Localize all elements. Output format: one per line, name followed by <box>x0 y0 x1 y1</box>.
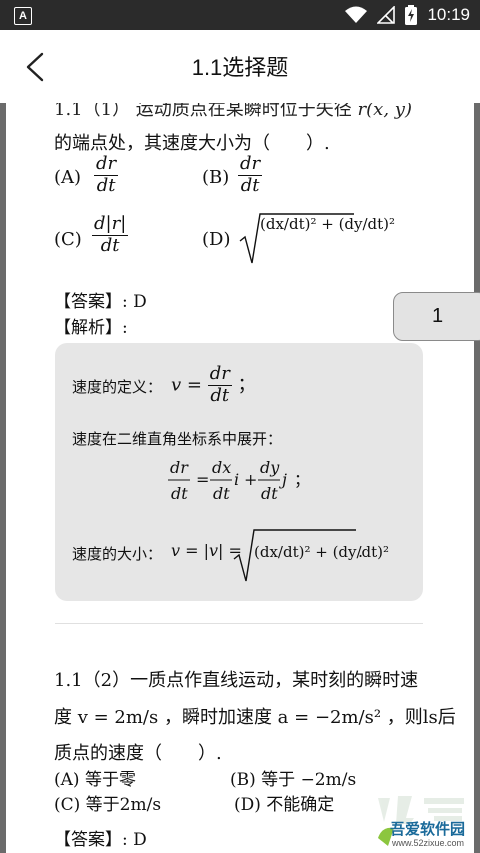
q2-line3: 质点的速度（ ）. <box>54 743 222 764</box>
p2-formula: dr dt = dx dt i + dy dt j ； <box>168 458 310 503</box>
svg-text:dt: dt <box>213 484 230 503</box>
watermark-name: 吾爱软件园 <box>390 820 466 838</box>
q2-answer: 【答案】: D <box>54 830 147 850</box>
p3-formula: (dx/dt)² + (dy/dt)² <box>254 543 390 561</box>
q1-option-d-formula: (dx/dt)² + (dy/dt)² <box>260 215 396 233</box>
no-signal-icon <box>377 6 396 24</box>
page-number-tab[interactable]: 1 <box>393 292 480 341</box>
q1-stem-line2: 的端点处，其速度大小为（ ）. <box>54 133 330 154</box>
svg-text:+: + <box>244 470 257 489</box>
q2-line1: 1.1（2）一质点作直线运动，某时刻的瞬时速 <box>54 670 419 691</box>
document-viewer[interactable]: 1.1（1） 运动质点在某瞬时位于矢径 r(x, y) 的端点处，其速度大小为（… <box>0 103 480 853</box>
wifi-icon <box>345 6 368 23</box>
svg-text:dt: dt <box>261 484 278 503</box>
q1-option-d-label: (D) <box>202 229 231 250</box>
q1-analysis-label: 【解析】: <box>54 318 128 338</box>
p2-text: 速度在二维直角坐标系中展开： <box>72 430 283 448</box>
battery-charging-icon <box>405 5 418 25</box>
svg-text:i: i <box>234 470 239 489</box>
svg-text:dx: dx <box>212 458 231 477</box>
svg-text:dr: dr <box>170 458 189 477</box>
svg-text:dt: dt <box>171 484 188 503</box>
p1-text: 速度的定义： <box>72 378 163 396</box>
page-title: 1.1选择题 <box>191 55 289 80</box>
app-notification-icon: A <box>14 7 32 25</box>
q2-option-d: (D) 不能确定 <box>234 795 335 815</box>
q2-option-c: (C) 等于2m/s <box>54 795 162 815</box>
q2-option-a: (A) 等于零 <box>54 770 136 790</box>
status-bar: A 10:19 <box>0 0 480 30</box>
p3-text: 速度的大小： <box>72 545 163 563</box>
svg-text:；: ； <box>294 470 310 489</box>
q1-option-a-formula: dr dt <box>94 153 119 196</box>
q1-option-b-formula: dr dt <box>238 153 263 196</box>
q1-option-a-label: (A) <box>54 167 82 188</box>
question-page: 1.1（1） 运动质点在某瞬时位于矢径 r(x, y) 的端点处，其速度大小为（… <box>6 103 474 853</box>
svg-text:dy: dy <box>260 458 280 477</box>
page-edge-right <box>474 103 480 853</box>
q2-option-b: (B) 等于 −2m/s <box>230 770 357 790</box>
watermark-url: www.52zixue.com <box>392 838 465 848</box>
svg-text:=: = <box>196 470 209 489</box>
app-bar: 1.1选择题 <box>0 30 480 104</box>
status-icons: 10:19 <box>345 4 470 26</box>
q2-line2: 度 v = 2m/s ，瞬时加速度 a = −2m/s² ，则ls后 <box>54 707 456 728</box>
q1-option-c-formula: d|r| dt <box>92 213 129 256</box>
q1-answer: 【答案】: D <box>54 292 147 312</box>
svg-text:j: j <box>279 470 287 489</box>
q1-stem-top: 1.1（1） 运动质点在某瞬时位于矢径 r(x, y) <box>54 103 412 120</box>
clock: 10:19 <box>427 5 470 24</box>
q1-option-b-label: (B) <box>202 167 230 188</box>
p1-formula: v = dr dt ； <box>171 363 256 406</box>
q1-option-c-label: (C) <box>54 229 82 250</box>
question-divider <box>55 623 423 624</box>
